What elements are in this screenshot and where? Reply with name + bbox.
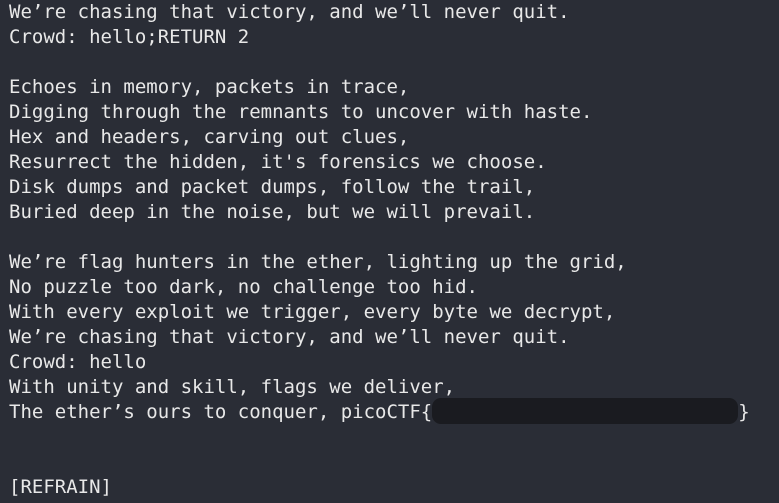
flag-prefix: The ether’s ours to conquer, picoCTF{: [9, 401, 433, 423]
redacted-flag-block: [432, 397, 739, 424]
terminal-line: Disk dumps and packet dumps, follow the …: [9, 176, 536, 198]
terminal-line: Echoes in memory, packets in trace,: [9, 76, 410, 98]
terminal-line: We’re chasing that victory, and we’ll ne…: [9, 1, 570, 23]
terminal-line: Crowd: hello: [9, 351, 147, 373]
terminal-line: No puzzle too dark, no challenge too hid…: [9, 276, 478, 298]
terminal-line: Digging through the remnants to uncover …: [9, 101, 593, 123]
terminal-line: Crowd: hello;RETURN 2: [9, 26, 250, 48]
flag-suffix: }: [738, 401, 750, 423]
flag-line: The ether’s ours to conquer, picoCTF{}: [9, 397, 750, 425]
terminal-line: With every exploit we trigger, every byt…: [9, 301, 616, 323]
terminal-line: We’re chasing that victory, and we’ll ne…: [9, 326, 570, 348]
terminal-line: Buried deep in the noise, but we will pr…: [9, 201, 536, 223]
terminal-line: We’re flag hunters in the ether, lightin…: [9, 251, 627, 273]
terminal-line: With unity and skill, flags we deliver,: [9, 376, 456, 398]
terminal-line: Hex and headers, carving out clues,: [9, 126, 410, 148]
terminal-output: We’re chasing that victory, and we’ll ne…: [0, 0, 779, 503]
terminal-line: Resurrect the hidden, it's forensics we …: [9, 151, 547, 173]
refrain-line: [REFRAIN]: [9, 476, 112, 498]
